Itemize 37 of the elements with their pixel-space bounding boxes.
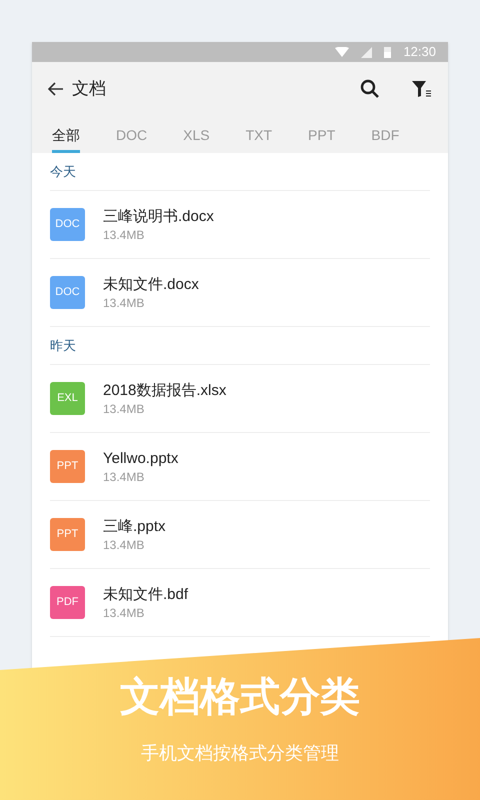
file-row[interactable]: DOC 三峰说明书.docx 13.4MB — [50, 191, 430, 259]
file-size: 13.4MB — [103, 468, 146, 484]
status-time: 12:30 — [403, 43, 436, 62]
file-name: 三峰.pptx — [103, 516, 166, 536]
file-name: 未知文件.bdf — [103, 584, 188, 604]
back-icon[interactable] — [48, 82, 64, 96]
file-row[interactable]: PPT 三峰.pptx 13.4MB — [50, 501, 430, 569]
file-name: 三峰说明书.docx — [103, 206, 214, 226]
section-header: 昨天 — [50, 327, 430, 365]
file-size: 13.4MB — [103, 604, 146, 620]
file-size: 13.4MB — [103, 400, 146, 416]
file-name: 2018数据报告.xlsx — [103, 380, 226, 400]
filter-icon[interactable] — [412, 80, 432, 98]
file-name: 未知文件.docx — [103, 274, 199, 294]
section-header: 今天 — [50, 153, 430, 191]
signal-icon — [361, 46, 372, 58]
file-type-icon: DOC — [50, 276, 85, 309]
toolbar-title: 文档 — [72, 78, 106, 100]
tab[interactable]: 全部 — [52, 115, 80, 153]
search-icon[interactable] — [360, 78, 380, 98]
banner-headline: 文档格式分类 — [120, 674, 360, 721]
file-type-icon: PPT — [50, 518, 85, 551]
battery-icon — [384, 46, 392, 58]
file-row[interactable]: DOC 未知文件.docx 13.4MB — [50, 259, 430, 327]
file-size: 13.4MB — [103, 226, 146, 242]
file-name: Yellwo.pptx — [103, 448, 178, 468]
banner-subtitle: 手机文档按格式分类管理 — [141, 742, 339, 765]
file-type-icon: PPT — [50, 450, 85, 483]
file-type-icon: DOC — [50, 208, 85, 241]
file-type-icon: EXL — [50, 382, 85, 415]
wifi-icon — [335, 46, 350, 58]
file-size: 13.4MB — [103, 294, 146, 310]
file-type-icon: PDF — [50, 586, 85, 619]
file-row[interactable]: PPT Yellwo.pptx 13.4MB — [50, 433, 430, 501]
file-size: 13.4MB — [103, 536, 146, 552]
file-row[interactable]: EXL 2018数据报告.xlsx 13.4MB — [50, 365, 430, 433]
file-row[interactable]: PDF 未知文件.bdf 13.4MB — [50, 569, 430, 637]
